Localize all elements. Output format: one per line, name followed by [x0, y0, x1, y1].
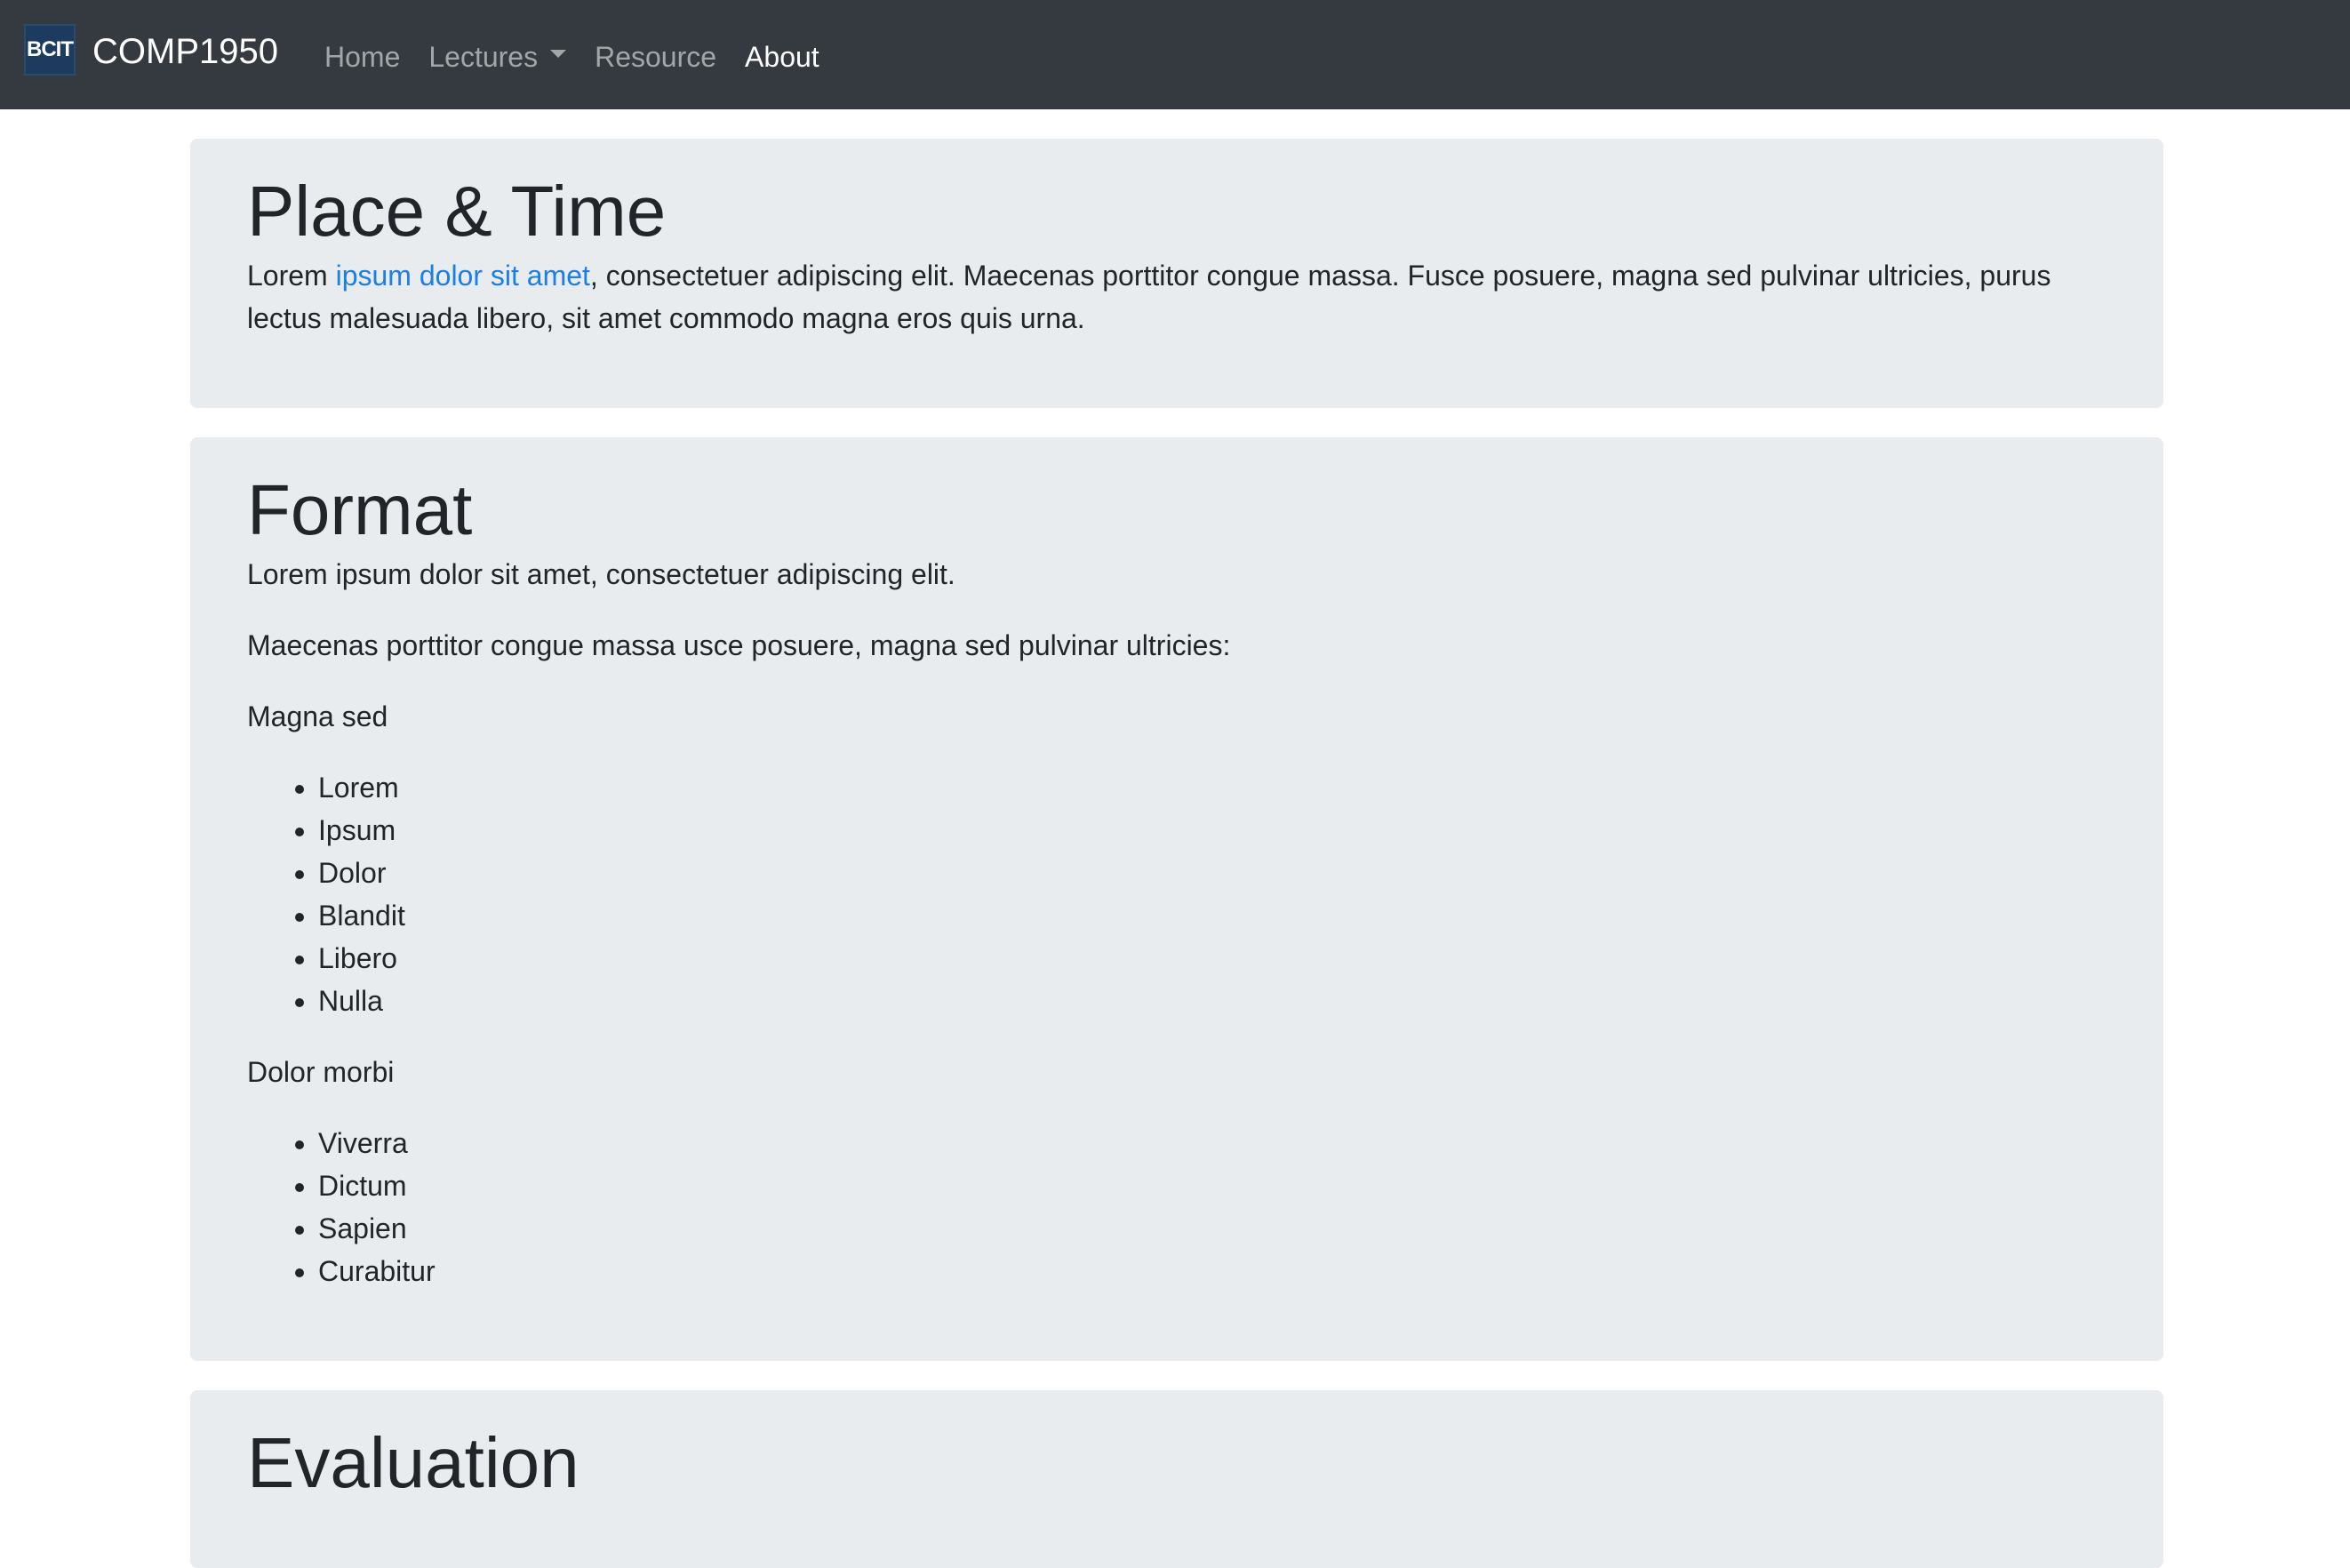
format-group2-title: Dolor morbi [247, 1056, 395, 1088]
list-item: Lorem [318, 766, 2106, 809]
evaluation-heading: Evaluation [247, 1423, 580, 1502]
list-item: Dictum [318, 1164, 2106, 1207]
format-group2-list: Viverra Dictum Sapien Curabitur [247, 1122, 2106, 1292]
place-time-link[interactable]: ipsum dolor sit amet [336, 260, 590, 292]
list-item: Ipsum [318, 809, 2106, 852]
list-item: Libero [318, 937, 2106, 980]
list-item: Curabitur [318, 1250, 2106, 1292]
format-heading: Format [247, 470, 473, 549]
nav-link-about[interactable]: About [745, 41, 819, 74]
format-group1-title: Magna sed [247, 700, 388, 732]
brand-title[interactable]: COMP1950 [92, 27, 278, 76]
format-lead: Maecenas porttitor congue massa usce pos… [247, 629, 1231, 661]
list-item: Dolor [318, 852, 2106, 894]
format-section: Format Lorem ipsum dolor sit amet, conse… [190, 437, 2163, 1361]
place-time-paragraph: Lorem ipsum dolor sit amet, consectetuer… [247, 254, 2106, 340]
place-time-text-start: Lorem [247, 260, 336, 292]
list-item: Sapien [318, 1207, 2106, 1250]
nav-link-lectures[interactable]: Lectures [428, 40, 567, 74]
bcit-logo[interactable]: BCIT [24, 24, 76, 76]
chevron-down-icon [550, 49, 567, 58]
navbar: BCIT COMP1950 Home Lectures Resource Abo… [0, 0, 2350, 109]
nav-link-home[interactable]: Home [324, 41, 400, 74]
evaluation-section: Evaluation [190, 1390, 2163, 1568]
list-item: Blandit [318, 894, 2106, 937]
nav-links: Home Lectures Resource About [324, 34, 848, 80]
nav-link-resource[interactable]: Resource [595, 41, 716, 74]
place-time-heading: Place & Time [247, 172, 667, 251]
format-group1-list: Lorem Ipsum Dolor Blandit Libero Nulla [247, 766, 2106, 1022]
list-item: Nulla [318, 980, 2106, 1022]
list-item: Viverra [318, 1122, 2106, 1164]
nav-link-lectures-label: Lectures [428, 40, 539, 73]
format-intro: Lorem ipsum dolor sit amet, consectetuer… [247, 558, 955, 590]
place-time-section: Place & Time Lorem ipsum dolor sit amet,… [190, 139, 2163, 408]
